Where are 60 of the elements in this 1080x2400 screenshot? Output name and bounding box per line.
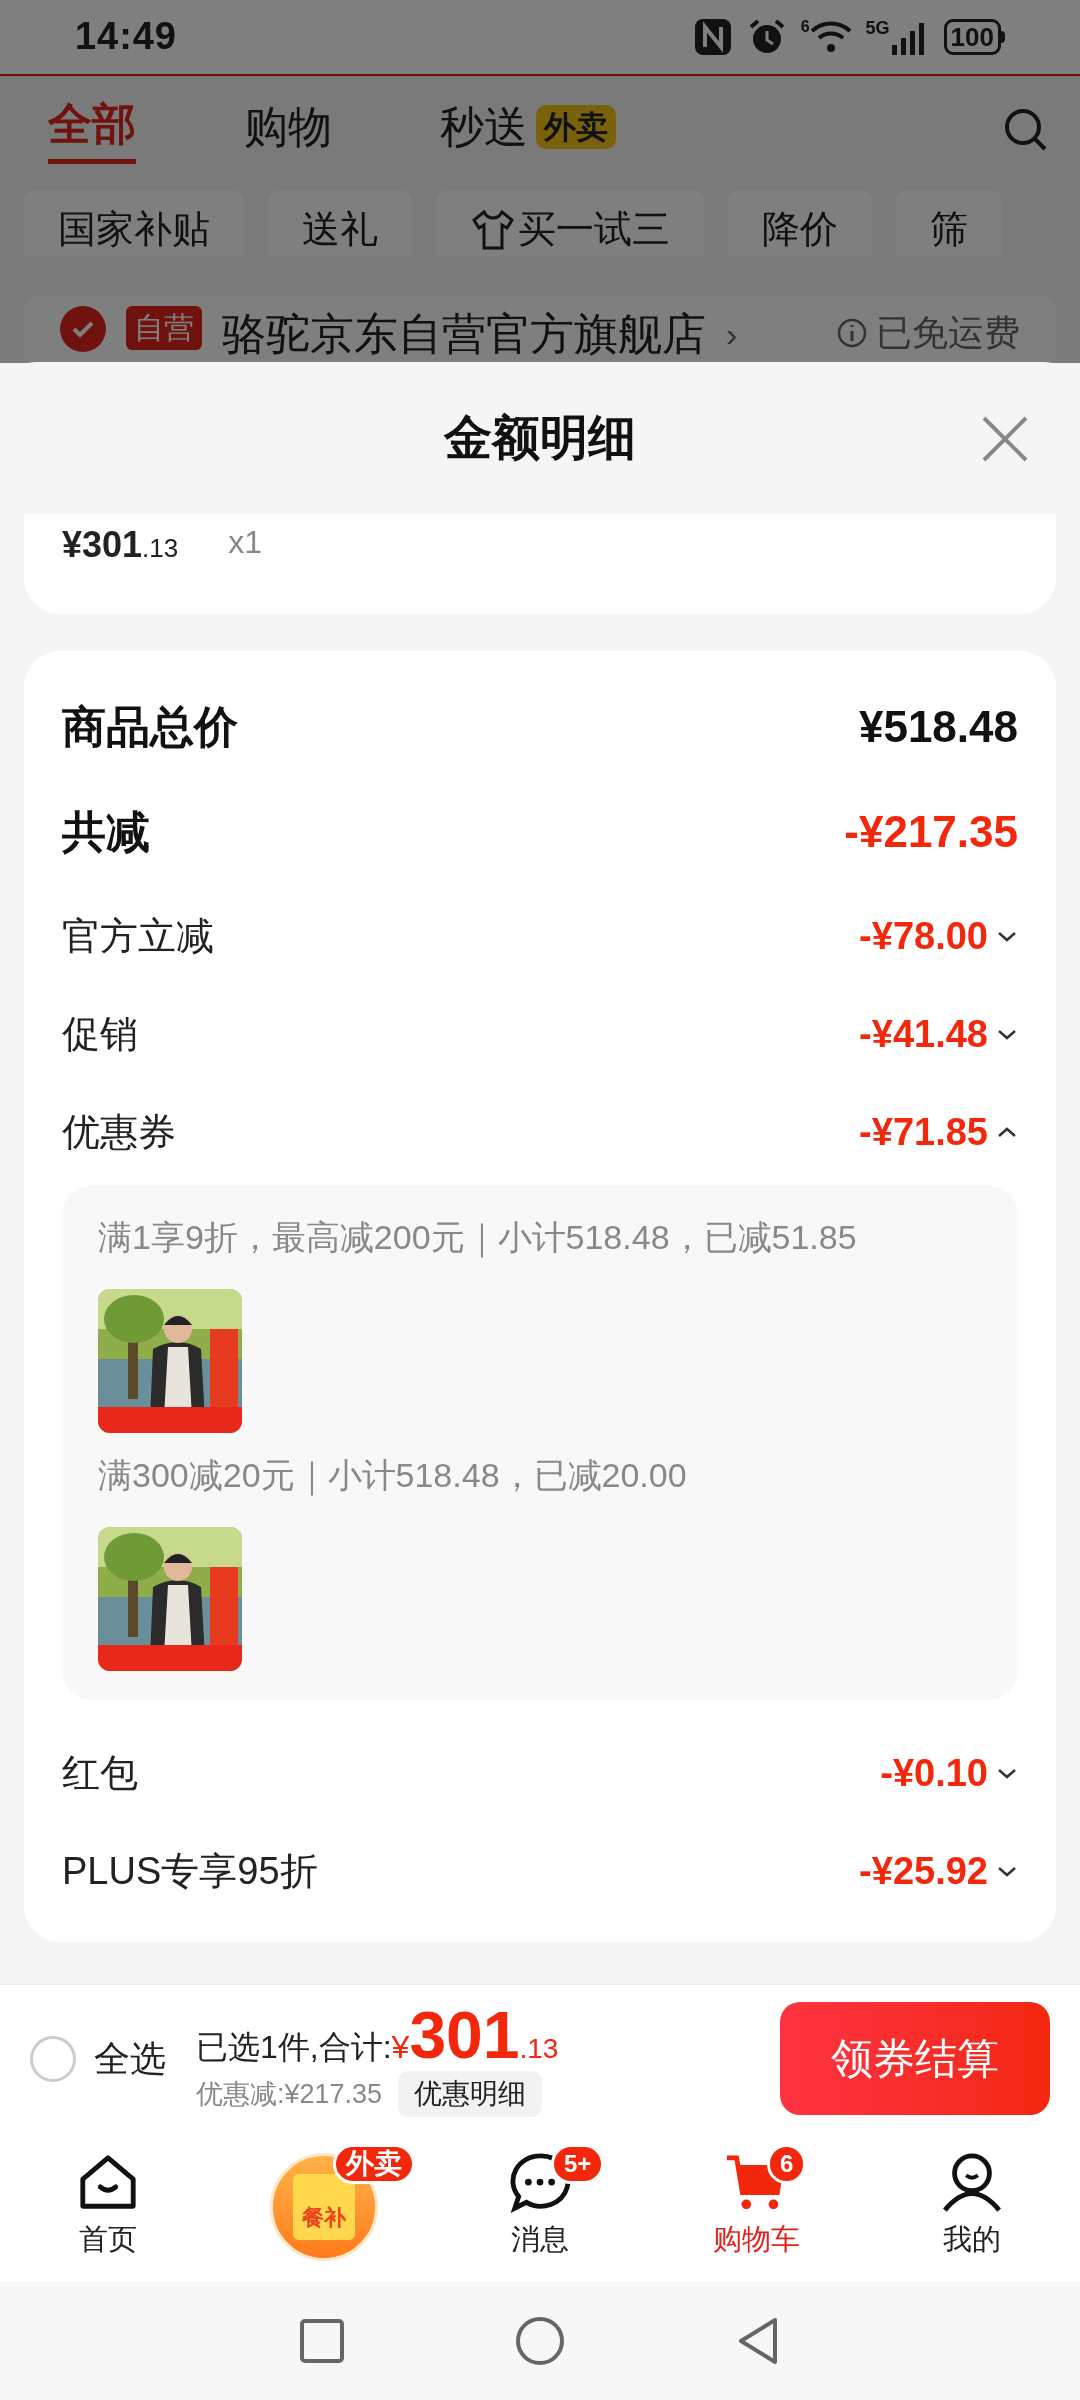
top-tab[interactable]: 购物	[244, 87, 332, 168]
item-price: ¥301	[62, 523, 143, 567]
coupon-rule: 满1享9折，最高减200元｜小计518.48，已减51.85	[98, 1217, 858, 1260]
top-tab[interactable]: 全部	[48, 87, 136, 168]
total-value: ¥518.48	[858, 701, 1018, 753]
home-button[interactable]	[515, 2316, 565, 2366]
close-icon[interactable]	[980, 414, 1030, 464]
shirt-icon	[470, 207, 514, 252]
filter-chip[interactable]: 买一试三	[436, 189, 704, 256]
notification-badge: 外卖	[333, 2144, 415, 2184]
sheet-title: 金额明细	[444, 410, 636, 466]
network-type: 5G	[865, 18, 890, 37]
filter-chip[interactable]: 筛	[896, 189, 1002, 256]
coupon-rule: 满300减20元｜小计518.48，已减20.00	[98, 1455, 688, 1498]
total-label: 商品总价	[62, 701, 238, 753]
store-checkbox[interactable]	[60, 305, 106, 352]
meal-subsidy-text: 餐补	[302, 2204, 346, 2232]
battery-tip	[1001, 30, 1005, 43]
discount-label: PLUS专享95折	[62, 1848, 318, 1894]
currency-sign: ¥	[391, 2029, 410, 2067]
discount-toggle[interactable]: -¥25.92	[859, 1842, 1018, 1900]
discount-toggle[interactable]: -¥78.00	[859, 907, 1018, 965]
filter-chip[interactable]: 降价	[728, 189, 872, 256]
filter-chip[interactable]: 送礼	[268, 189, 412, 256]
reduction-value: -¥217.35	[844, 806, 1018, 858]
discount-label: 优惠券	[62, 1109, 176, 1155]
nav-tab[interactable]: 我的	[877, 2142, 1067, 2272]
clock-time: 14:49	[75, 14, 177, 60]
filter-chip[interactable]: 国家补贴	[24, 189, 244, 256]
checkout-button[interactable]: 领券结算	[780, 2002, 1050, 2115]
item-quantity: x1	[228, 523, 263, 562]
nfc-icon	[692, 16, 733, 57]
discount-summary: 优惠减:¥217.35	[196, 2077, 383, 2111]
discount-toggle[interactable]: -¥0.10	[880, 1744, 1018, 1802]
item-price-decimals: .13	[142, 532, 179, 565]
self-operated-badge: 自营	[126, 305, 202, 350]
discount-detail-button[interactable]: 优惠明细	[398, 2071, 543, 2117]
discount-toggle[interactable]: -¥71.85	[859, 1103, 1018, 1161]
total-amount-decimals: .13	[519, 2032, 559, 2066]
nav-tab[interactable]: 餐补 外卖	[229, 2142, 419, 2272]
store-name[interactable]: 骆驼京东自营官方旗舰店	[222, 305, 706, 362]
select-all-checkbox[interactable]: 全选	[30, 2031, 166, 2086]
nav-tab[interactable]: 消息 5+	[445, 2142, 635, 2272]
selected-summary: 已选1件,合计:	[196, 2028, 392, 2067]
wifi-tag: 6	[800, 18, 810, 35]
delivery-badge: 外卖	[536, 105, 616, 150]
discount-label: 红包	[62, 1750, 138, 1796]
top-tab[interactable]: 秒送 外卖	[440, 87, 616, 168]
battery-level: 100	[943, 18, 1001, 55]
discount-toggle[interactable]: -¥41.48	[859, 1005, 1018, 1063]
shipping-status: 已免运费	[876, 310, 1020, 355]
reduction-label: 共减	[62, 806, 150, 858]
nav-tab[interactable]: 购物车 6	[661, 2142, 851, 2272]
total-amount: 301	[409, 2000, 520, 2070]
recent-apps-button[interactable]	[299, 2318, 345, 2364]
nav-tab[interactable]: 首页	[13, 2142, 203, 2272]
info-icon	[836, 316, 868, 349]
chevron-icon: ›	[726, 305, 738, 362]
discount-label: 促销	[62, 1011, 138, 1057]
discount-label: 官方立减	[62, 913, 214, 959]
